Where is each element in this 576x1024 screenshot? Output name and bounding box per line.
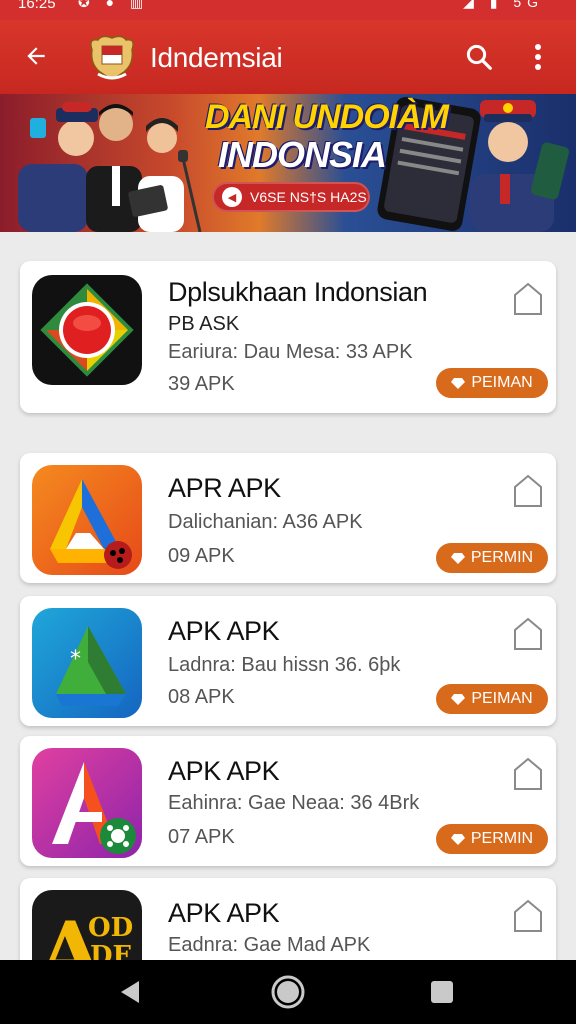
bookmark-icon[interactable] xyxy=(512,616,544,652)
app-name: APK APK xyxy=(168,756,280,786)
app-meta: Dalichanian: A36 APK xyxy=(168,511,363,533)
back-button[interactable] xyxy=(18,38,54,74)
list-item[interactable]: Dplsukhaan Indonsian PB ASK Earіura: Dau… xyxy=(20,261,556,413)
permission-button[interactable]: PERMIN xyxy=(436,543,548,573)
permission-button-label: PERMIN xyxy=(470,830,534,847)
nav-recents-button[interactable] xyxy=(424,974,460,1010)
app-icon xyxy=(32,275,142,385)
app-icon: * xyxy=(32,608,142,718)
app-icon xyxy=(32,465,142,575)
status-right: ◢ ▮ 5G xyxy=(463,0,544,10)
permission-button-label: PEIMAN xyxy=(471,374,533,391)
app-meta: Eahinra: Gae Neaa: 36 4Brk xyxy=(168,792,420,814)
app-bar: Idndemsiai xyxy=(0,20,576,94)
permission-button[interactable]: PERMIN xyxy=(436,824,548,854)
list-item[interactable]: * APK APK Ladnra: Bau hissn 36. 6þk 08 A… xyxy=(20,596,556,726)
bookmark-icon[interactable] xyxy=(512,281,544,317)
permission-button[interactable]: PEIMAN xyxy=(436,368,548,398)
svg-text:OD: OD xyxy=(88,913,133,943)
app-size: 39 APK xyxy=(168,373,235,395)
bookmark-icon[interactable] xyxy=(512,473,544,509)
status-icons-left: ✪ ● ▥ xyxy=(78,0,150,10)
status-bar: 16:25 ✪ ● ▥ ◢ ▮ 5G xyxy=(0,0,576,20)
permission-button-label: PERMIN xyxy=(470,549,534,566)
search-icon xyxy=(466,44,492,70)
app-name: APR APK xyxy=(168,473,281,503)
nav-recents-icon xyxy=(431,981,453,1003)
nav-back-button[interactable] xyxy=(112,974,148,1010)
permission-button-label: PEIMAN xyxy=(471,690,533,707)
app-icon xyxy=(32,748,142,858)
app-name: APK APK xyxy=(168,898,280,928)
app-size: 07 APK xyxy=(168,826,235,848)
banner-cta-button[interactable]: ◀ V6SE NS†S HA2S xyxy=(212,182,370,212)
permission-button[interactable]: PEIMAN xyxy=(436,684,548,714)
list-item[interactable]: APK APK Eahinra: Gae Neaa: 36 4Brk 07 AP… xyxy=(20,736,556,866)
back-arrow-icon xyxy=(27,47,45,65)
banner-cta-label: V6SE NS†S HA2S xyxy=(250,189,367,205)
app-name: APK APK xyxy=(168,616,280,646)
nav-back-icon xyxy=(121,981,139,1003)
banner-cta-icon: ◀ xyxy=(222,187,242,207)
app-meta: Ladnra: Bau hissn 36. 6þk xyxy=(168,654,401,676)
app-size: 09 APK xyxy=(168,545,235,567)
app-title: Idndemsiai xyxy=(150,42,283,73)
app-size: 08 APK xyxy=(168,686,235,708)
banner-headline-1: DANI UNDOIÀM xyxy=(205,98,449,136)
app-meta: Earіura: Dau Mesa: 33 APK xyxy=(168,341,413,363)
nav-home-icon xyxy=(271,975,305,1009)
emblem-logo-icon xyxy=(84,30,140,86)
svg-text:*: * xyxy=(70,647,81,672)
diamond-icon xyxy=(450,553,465,564)
nav-home-button[interactable] xyxy=(270,974,306,1010)
search-button[interactable] xyxy=(460,38,498,76)
promo-banner[interactable]: DANI UNDOIÀM INDONSIA ◀ V6SE NS†S HA2S xyxy=(0,94,576,232)
banner-headline-2: INDONSIA xyxy=(218,134,387,175)
list-item[interactable]: APR APK Dalichanian: A36 APK 09 APK PERM… xyxy=(20,453,556,583)
status-time: 16:25 xyxy=(18,0,56,12)
bookmark-icon[interactable] xyxy=(512,756,544,792)
diamond-icon xyxy=(450,834,465,845)
app-name: Dplsukhaan Indonsian xyxy=(168,277,428,307)
app-meta: Eadnra: Gae Mad APK xyxy=(168,934,371,956)
system-nav-bar xyxy=(0,960,576,1024)
bookmark-icon[interactable] xyxy=(512,898,544,934)
diamond-icon xyxy=(451,694,466,705)
more-vert-icon xyxy=(535,44,541,70)
more-options-button[interactable] xyxy=(522,38,554,76)
diamond-icon xyxy=(451,378,466,389)
app-subtitle: PB ASK xyxy=(168,313,240,335)
